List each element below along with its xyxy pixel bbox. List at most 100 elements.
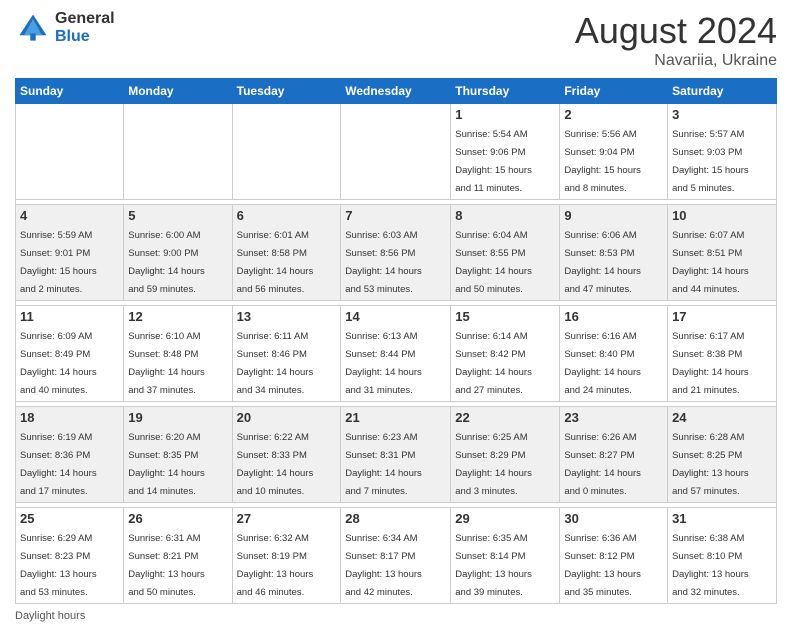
day-number: 15 xyxy=(455,309,555,324)
day-cell: 25 Sunrise: 6:29 AM Sunset: 8:23 PM Dayli… xyxy=(16,508,124,604)
day-info: Sunrise: 6:36 AM Sunset: 8:12 PM Dayligh… xyxy=(564,533,641,598)
week-row-5: 25 Sunrise: 6:29 AM Sunset: 8:23 PM Dayli… xyxy=(16,508,777,604)
day-info: Sunrise: 6:25 AM Sunset: 8:29 PM Dayligh… xyxy=(455,432,532,497)
day-cell xyxy=(124,104,232,200)
day-number: 1 xyxy=(455,107,555,122)
week-row-2: 4 Sunrise: 5:59 AM Sunset: 9:01 PM Daylig… xyxy=(16,205,777,301)
logo: General Blue xyxy=(15,10,115,46)
day-info: Sunrise: 5:56 AM Sunset: 9:04 PM Dayligh… xyxy=(564,129,641,194)
day-number: 13 xyxy=(237,309,337,324)
week-row-4: 18 Sunrise: 6:19 AM Sunset: 8:36 PM Dayli… xyxy=(16,407,777,503)
day-number: 25 xyxy=(20,511,119,526)
day-cell: 21 Sunrise: 6:23 AM Sunset: 8:31 PM Dayli… xyxy=(341,407,451,503)
day-info: Sunrise: 6:29 AM Sunset: 8:23 PM Dayligh… xyxy=(20,533,97,598)
day-number: 14 xyxy=(345,309,446,324)
day-info: Sunrise: 6:28 AM Sunset: 8:25 PM Dayligh… xyxy=(672,432,749,497)
day-info: Sunrise: 6:01 AM Sunset: 8:58 PM Dayligh… xyxy=(237,230,314,295)
day-cell xyxy=(341,104,451,200)
day-info: Sunrise: 6:31 AM Sunset: 8:21 PM Dayligh… xyxy=(128,533,205,598)
day-info: Sunrise: 6:23 AM Sunset: 8:31 PM Dayligh… xyxy=(345,432,422,497)
day-info: Sunrise: 5:59 AM Sunset: 9:01 PM Dayligh… xyxy=(20,230,97,295)
day-number: 3 xyxy=(672,107,772,122)
header: General Blue August 2024 Navariia, Ukrai… xyxy=(15,10,777,70)
calendar-location: Navariia, Ukraine xyxy=(575,52,777,70)
day-cell: 18 Sunrise: 6:19 AM Sunset: 8:36 PM Dayli… xyxy=(16,407,124,503)
col-header-friday: Friday xyxy=(560,79,668,104)
col-header-thursday: Thursday xyxy=(451,79,560,104)
day-number: 23 xyxy=(564,410,663,425)
day-number: 9 xyxy=(564,208,663,223)
col-header-sunday: Sunday xyxy=(16,79,124,104)
day-cell: 2 Sunrise: 5:56 AM Sunset: 9:04 PM Daylig… xyxy=(560,104,668,200)
week-row-1: 1Sunrise: 5:54 AM Sunset: 9:06 PM Daylig… xyxy=(16,104,777,200)
day-cell: 17 Sunrise: 6:17 AM Sunset: 8:38 PM Dayli… xyxy=(668,306,777,402)
calendar-header-row: Sunday Monday Tuesday Wednesday Thursday… xyxy=(16,79,777,104)
day-cell: 10 Sunrise: 6:07 AM Sunset: 8:51 PM Dayli… xyxy=(668,205,777,301)
day-cell: 6 Sunrise: 6:01 AM Sunset: 8:58 PM Daylig… xyxy=(232,205,341,301)
day-info: Sunrise: 6:07 AM Sunset: 8:51 PM Dayligh… xyxy=(672,230,749,295)
day-info: Sunrise: 6:13 AM Sunset: 8:44 PM Dayligh… xyxy=(345,331,422,396)
day-cell: 27 Sunrise: 6:32 AM Sunset: 8:19 PM Dayli… xyxy=(232,508,341,604)
day-number: 2 xyxy=(564,107,663,122)
day-number: 28 xyxy=(345,511,446,526)
day-number: 8 xyxy=(455,208,555,223)
day-number: 27 xyxy=(237,511,337,526)
week-row-3: 11 Sunrise: 6:09 AM Sunset: 8:49 PM Dayli… xyxy=(16,306,777,402)
logo-blue-text: Blue xyxy=(55,28,115,46)
day-number: 20 xyxy=(237,410,337,425)
day-cell: 19Sunrise: 6:20 AM Sunset: 8:35 PM Dayli… xyxy=(124,407,232,503)
col-header-wednesday: Wednesday xyxy=(341,79,451,104)
day-cell: 31 Sunrise: 6:38 AM Sunset: 8:10 PM Dayli… xyxy=(668,508,777,604)
day-number: 19 xyxy=(128,410,227,425)
title-block: August 2024 Navariia, Ukraine xyxy=(575,10,777,70)
logo-general-text: General xyxy=(55,10,115,28)
day-number: 21 xyxy=(345,410,446,425)
day-number: 22 xyxy=(455,410,555,425)
day-cell: 14 Sunrise: 6:13 AM Sunset: 8:44 PM Dayli… xyxy=(341,306,451,402)
col-header-saturday: Saturday xyxy=(668,79,777,104)
day-cell: 8 Sunrise: 6:04 AM Sunset: 8:55 PM Daylig… xyxy=(451,205,560,301)
day-cell xyxy=(16,104,124,200)
day-number: 18 xyxy=(20,410,119,425)
logo-text: General Blue xyxy=(55,10,115,45)
day-number: 17 xyxy=(672,309,772,324)
day-cell: 22 Sunrise: 6:25 AM Sunset: 8:29 PM Dayli… xyxy=(451,407,560,503)
day-number: 4 xyxy=(20,208,119,223)
calendar-title: August 2024 xyxy=(575,10,777,52)
page: General Blue August 2024 Navariia, Ukrai… xyxy=(0,0,792,637)
day-cell: 13 Sunrise: 6:11 AM Sunset: 8:46 PM Dayli… xyxy=(232,306,341,402)
day-number: 31 xyxy=(672,511,772,526)
day-info: Sunrise: 6:11 AM Sunset: 8:46 PM Dayligh… xyxy=(237,331,314,396)
day-info: Sunrise: 6:06 AM Sunset: 8:53 PM Dayligh… xyxy=(564,230,641,295)
day-info: Sunrise: 6:00 AM Sunset: 9:00 PM Dayligh… xyxy=(128,230,205,295)
day-number: 10 xyxy=(672,208,772,223)
day-cell: 9 Sunrise: 6:06 AM Sunset: 8:53 PM Daylig… xyxy=(560,205,668,301)
logo-icon xyxy=(15,10,51,46)
day-cell: 7 Sunrise: 6:03 AM Sunset: 8:56 PM Daylig… xyxy=(341,205,451,301)
day-cell xyxy=(232,104,341,200)
day-info: Sunrise: 6:35 AM Sunset: 8:14 PM Dayligh… xyxy=(455,533,532,598)
day-info: Sunrise: 6:17 AM Sunset: 8:38 PM Dayligh… xyxy=(672,331,749,396)
col-header-tuesday: Tuesday xyxy=(232,79,341,104)
day-number: 24 xyxy=(672,410,772,425)
day-cell: 4 Sunrise: 5:59 AM Sunset: 9:01 PM Daylig… xyxy=(16,205,124,301)
day-info: Sunrise: 6:26 AM Sunset: 8:27 PM Dayligh… xyxy=(564,432,641,497)
day-number: 6 xyxy=(237,208,337,223)
day-cell: 15Sunrise: 6:14 AM Sunset: 8:42 PM Dayli… xyxy=(451,306,560,402)
day-number: 29 xyxy=(455,511,555,526)
day-cell: 20 Sunrise: 6:22 AM Sunset: 8:33 PM Dayli… xyxy=(232,407,341,503)
day-info: Sunrise: 5:57 AM Sunset: 9:03 PM Dayligh… xyxy=(672,129,749,194)
day-info: Sunrise: 6:19 AM Sunset: 8:36 PM Dayligh… xyxy=(20,432,97,497)
day-number: 11 xyxy=(20,309,119,324)
day-info: Sunrise: 6:22 AM Sunset: 8:33 PM Dayligh… xyxy=(237,432,314,497)
day-cell: 16Sunrise: 6:16 AM Sunset: 8:40 PM Dayli… xyxy=(560,306,668,402)
day-info: Sunrise: 6:32 AM Sunset: 8:19 PM Dayligh… xyxy=(237,533,314,598)
day-number: 7 xyxy=(345,208,446,223)
day-info: Sunrise: 6:38 AM Sunset: 8:10 PM Dayligh… xyxy=(672,533,749,598)
day-cell: 11 Sunrise: 6:09 AM Sunset: 8:49 PM Dayli… xyxy=(16,306,124,402)
day-cell: 29 Sunrise: 6:35 AM Sunset: 8:14 PM Dayli… xyxy=(451,508,560,604)
day-info: Sunrise: 6:03 AM Sunset: 8:56 PM Dayligh… xyxy=(345,230,422,295)
day-info: Sunrise: 6:09 AM Sunset: 8:49 PM Dayligh… xyxy=(20,331,97,396)
day-cell: 3 Sunrise: 5:57 AM Sunset: 9:03 PM Daylig… xyxy=(668,104,777,200)
day-info: Sunrise: 6:04 AM Sunset: 8:55 PM Dayligh… xyxy=(455,230,532,295)
